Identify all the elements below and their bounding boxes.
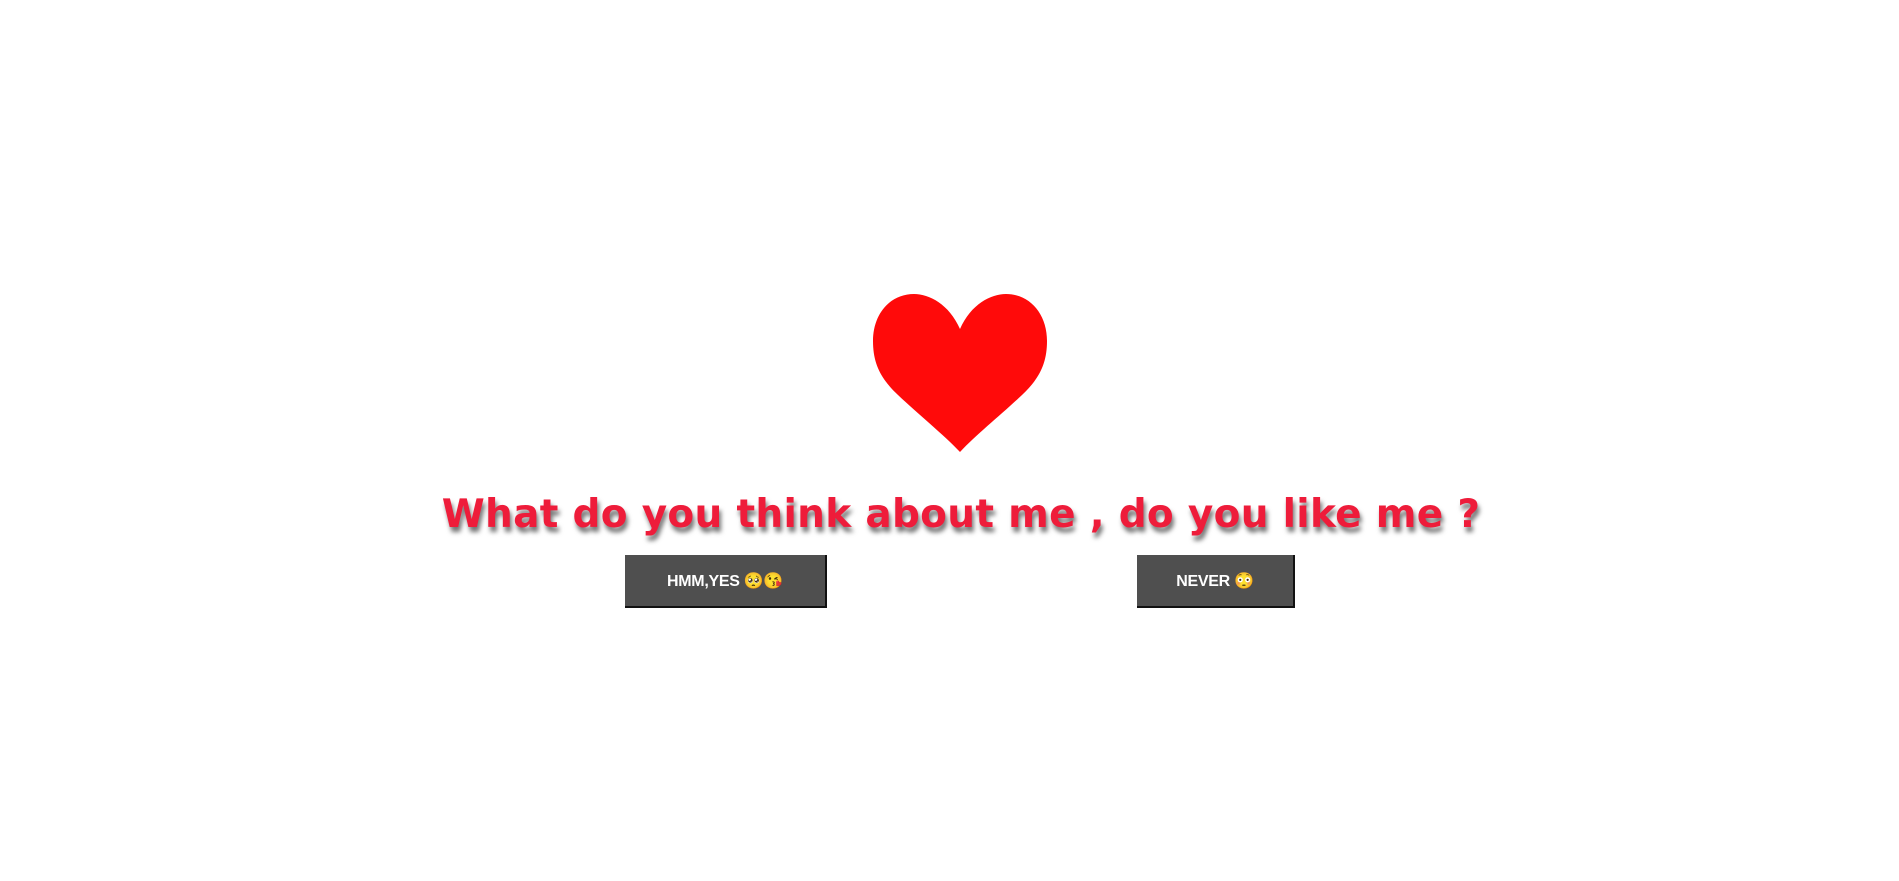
page: What do you think about me , do you like…: [0, 0, 1899, 881]
yes-button[interactable]: HMM,YES 🥺😘: [625, 555, 827, 608]
never-button[interactable]: NEVER 😳: [1137, 555, 1295, 608]
heart-icon: [873, 294, 1047, 452]
question-heading: What do you think about me , do you like…: [441, 492, 1481, 537]
